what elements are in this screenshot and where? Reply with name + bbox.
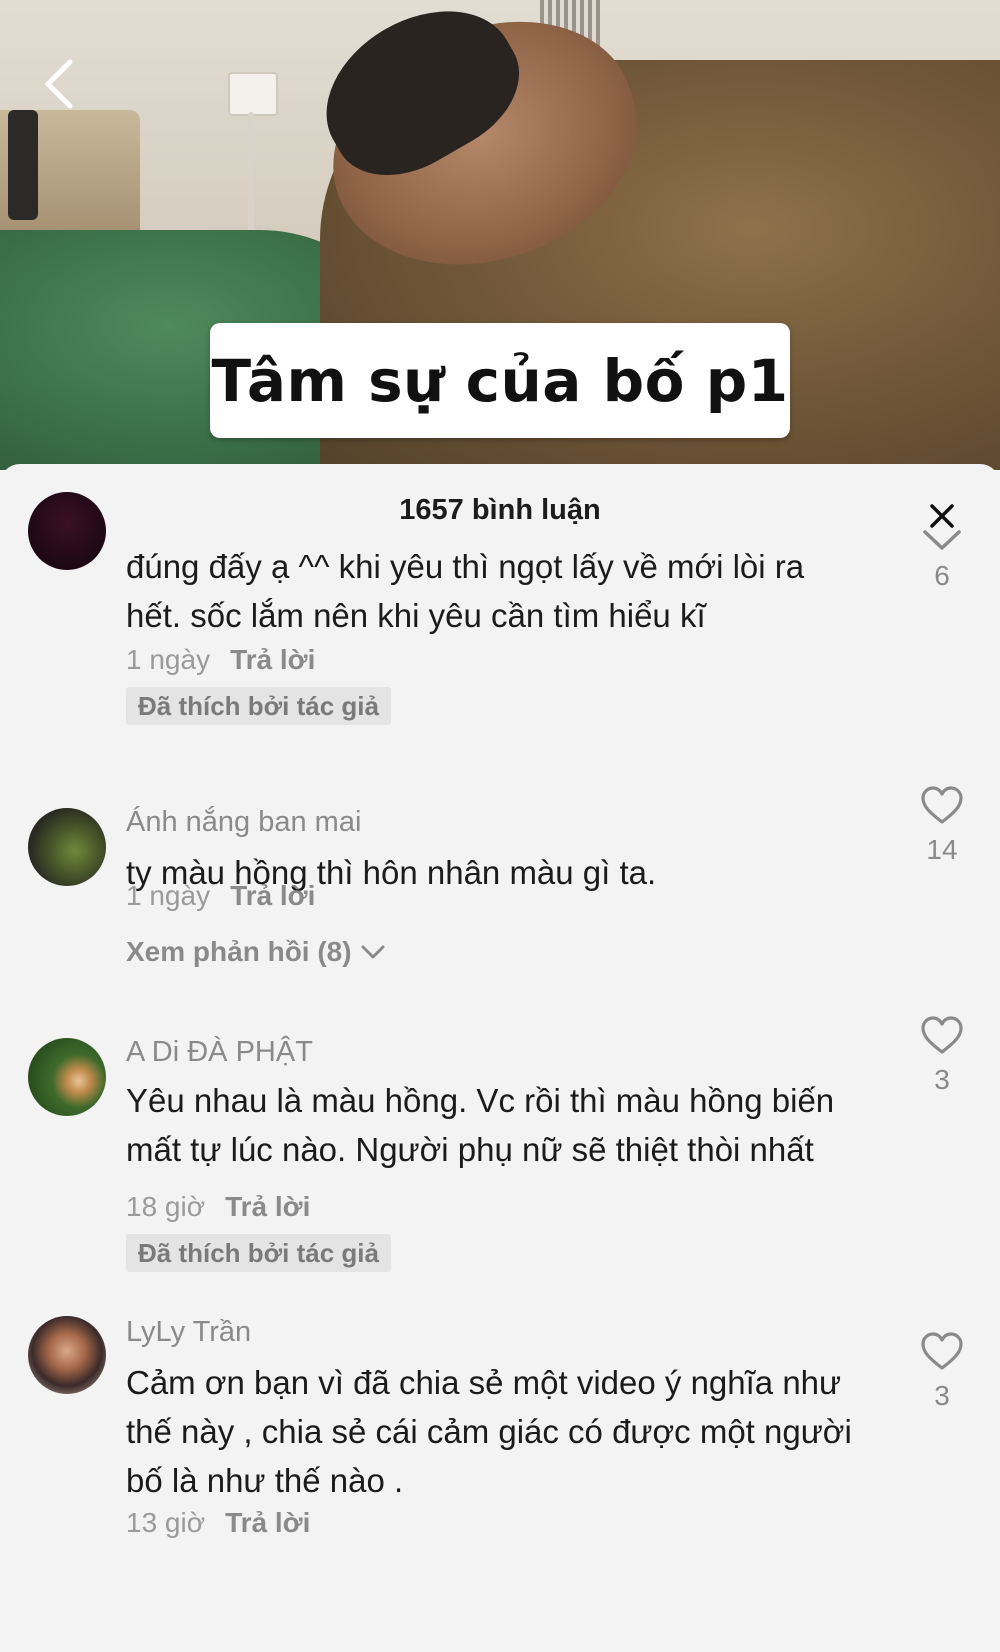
heart-icon — [914, 784, 970, 826]
comments-count-title: 1657 bình luận — [399, 494, 601, 526]
comment-time: 1 ngày — [126, 880, 211, 911]
reply-button[interactable]: Trả lời — [225, 1507, 310, 1538]
chevron-down-icon — [914, 526, 970, 556]
reply-button[interactable]: Trả lời — [230, 644, 315, 675]
like-count: 14 — [926, 834, 958, 865]
comment-time: 18 giờ — [126, 1191, 206, 1222]
like-count: 3 — [934, 1064, 950, 1095]
like-button[interactable]: 6 — [914, 526, 970, 592]
liked-by-creator-badge: Đã thích bởi tác giả — [126, 1234, 391, 1272]
comment-time: 1 ngày — [126, 644, 211, 675]
comment-username[interactable]: A Di ĐÀ PHẬT — [126, 1036, 313, 1069]
comment-meta: 13 giờ Trả lời — [126, 1507, 310, 1539]
comment-meta: 1 ngày Trả lời — [126, 880, 315, 912]
back-button[interactable] — [36, 56, 86, 112]
liked-by-creator-badge: Đã thích bởi tác giả — [126, 687, 391, 725]
comment-username[interactable]: Ánh nắng ban mai — [126, 806, 361, 839]
view-replies-button[interactable]: Xem phản hồi (8) — [126, 936, 386, 968]
like-button[interactable]: 14 — [914, 784, 970, 866]
comment-text: đúng đấy ạ ^^ khi yêu thì ngọt lấy về mớ… — [126, 548, 805, 634]
video-bag-strap — [8, 110, 38, 220]
video-title-text: Tâm sự của bố p1 — [211, 346, 789, 415]
comment-text: Yêu nhau là màu hồng. Vc rồi thì màu hồn… — [126, 1082, 835, 1168]
comment-meta: 18 giờ Trả lời — [126, 1191, 310, 1223]
reply-button[interactable]: Trả lời — [225, 1191, 310, 1222]
avatar[interactable] — [28, 492, 106, 570]
avatar[interactable] — [28, 1038, 106, 1116]
like-count: 6 — [934, 560, 950, 591]
comments-sheet: 1657 bình luận đúng đấy ạ ^^ khi yêu thì… — [0, 464, 1000, 1652]
video-title-card: Tâm sự của bố p1 — [210, 323, 790, 438]
comment-time: 13 giờ — [126, 1507, 206, 1538]
video-wall-outlet — [228, 72, 278, 116]
like-button[interactable]: 3 — [914, 1014, 970, 1096]
heart-icon — [914, 1014, 970, 1056]
comment-text: Cảm ơn bạn vì đã chia sẻ một video ý ngh… — [126, 1364, 852, 1499]
reply-button[interactable]: Trả lời — [230, 880, 315, 911]
like-button[interactable]: 3 — [914, 1330, 970, 1412]
chevron-left-icon — [36, 59, 86, 116]
video-player[interactable]: Tâm sự của bố p1 — [0, 0, 1000, 470]
view-replies-label: Xem phản hồi (8) — [126, 936, 352, 967]
chevron-down-icon — [360, 936, 386, 968]
avatar[interactable] — [28, 1316, 106, 1394]
comment-meta: 1 ngày Trả lời — [126, 644, 315, 676]
video-cable — [248, 112, 254, 242]
like-count: 3 — [934, 1380, 950, 1411]
heart-icon — [914, 1330, 970, 1372]
comment-username[interactable]: LyLy Trần — [126, 1316, 251, 1349]
avatar[interactable] — [28, 808, 106, 886]
